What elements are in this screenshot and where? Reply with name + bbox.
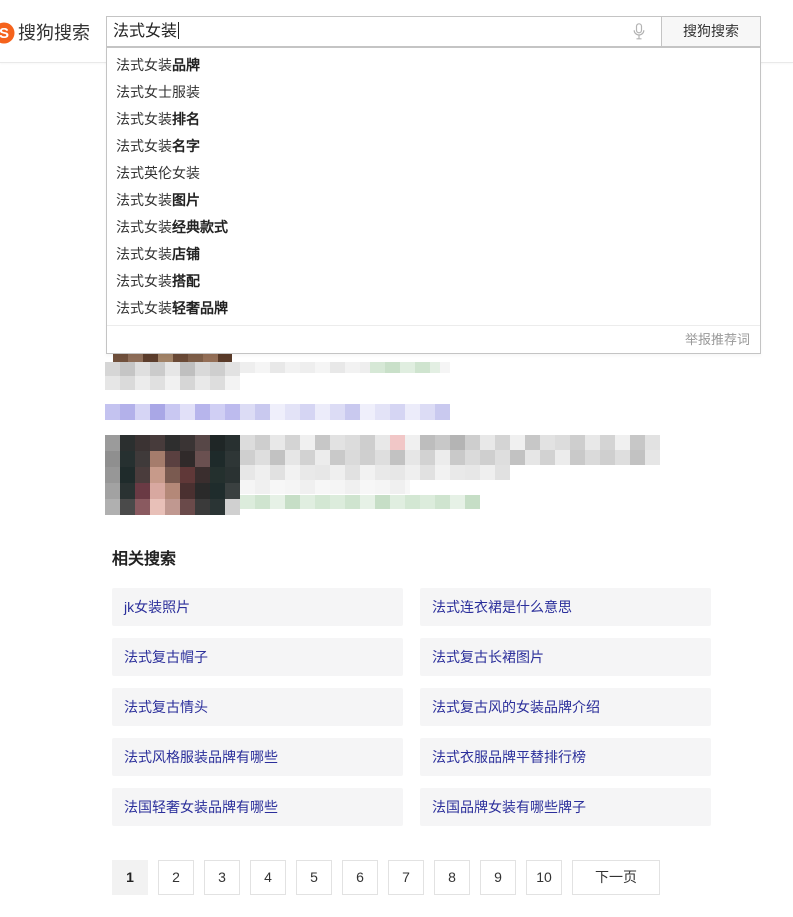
suggestion-text: 法式女装 xyxy=(116,57,172,73)
related-search-item[interactable]: jk女装照片 xyxy=(112,588,403,626)
suggestion-text: 法式女装 xyxy=(116,273,172,289)
suggestion-text: 法式女装 xyxy=(116,246,172,262)
related-search-item[interactable]: 法式复古长裙图片 xyxy=(420,638,711,676)
suggestion-list: 法式女装品牌 法式女士服装 法式女装排名 法式女装名字 法式英伦女装 法式女装图… xyxy=(107,52,760,322)
text-caret xyxy=(178,21,180,39)
suggestion-text: 法式女装 xyxy=(116,300,172,316)
suggestion-item[interactable]: 法式女士服装 xyxy=(107,79,760,106)
blurred-result-image-caption xyxy=(105,376,240,390)
related-search-item[interactable]: 法式连衣裙是什么意思 xyxy=(420,588,711,626)
blurred-result-image-top[interactable] xyxy=(113,354,232,362)
page-link-5[interactable]: 5 xyxy=(296,860,332,895)
suggestion-item[interactable]: 法式女装经典款式 xyxy=(107,214,760,241)
suggestion-bold-text: 名字 xyxy=(172,138,200,154)
search-query-text: 法式女装 xyxy=(113,23,178,40)
suggestion-text: 法式女装 xyxy=(116,111,172,127)
suggestion-item[interactable]: 法式英伦女装 xyxy=(107,160,760,187)
pagination: 1 2 3 4 5 6 7 8 9 10 下一页 xyxy=(112,860,660,895)
page-link-3[interactable]: 3 xyxy=(204,860,240,895)
suggestion-bold-text: 经典款式 xyxy=(172,219,228,235)
related-search-item[interactable]: 法式复古风的女装品牌介绍 xyxy=(420,688,711,726)
mic-capsule xyxy=(635,23,643,34)
related-searches-grid: jk女装照片 法式连衣裙是什么意思 法式复古帽子 法式复古长裙图片 法式复古情头… xyxy=(112,588,711,826)
suggestion-text: 法式女装 xyxy=(116,219,172,235)
suggestion-bold-text: 排名 xyxy=(172,111,200,127)
logo-wordmark[interactable]: 搜狗搜索 xyxy=(18,22,90,44)
suggestion-text: 法式女装 xyxy=(116,192,172,208)
suggestion-bold-text: 搭配 xyxy=(172,273,200,289)
microphone-graphic xyxy=(633,23,645,40)
microphone-icon[interactable] xyxy=(633,23,645,40)
suggestion-bold-text: 品牌 xyxy=(172,57,200,73)
suggestion-item[interactable]: 法式女装排名 xyxy=(107,106,760,133)
search-box[interactable]: 法式女装 xyxy=(106,16,661,47)
suggestion-item[interactable]: 法式女装图片 xyxy=(107,187,760,214)
related-searches-title: 相关搜索 xyxy=(112,551,177,568)
page-link-7[interactable]: 7 xyxy=(388,860,424,895)
related-search-item[interactable]: 法式风格服装品牌有哪些 xyxy=(112,738,403,776)
suggestion-item[interactable]: 法式女装品牌 xyxy=(107,52,760,79)
sogou-logo-icon[interactable]: S xyxy=(0,22,15,44)
suggestion-bold-text: 店铺 xyxy=(172,246,200,262)
search-input[interactable]: 法式女装 xyxy=(107,17,621,46)
related-search-item[interactable]: 法国品牌女装有哪些牌子 xyxy=(420,788,711,826)
blurred-result-thumbnail[interactable] xyxy=(105,435,240,515)
search-suggestion-dropdown: 法式女装品牌 法式女士服装 法式女装排名 法式女装名字 法式英伦女装 法式女装图… xyxy=(106,47,761,354)
suggestion-item[interactable]: 法式女装名字 xyxy=(107,133,760,160)
suggestion-footer: 举报推荐词 xyxy=(107,325,760,353)
next-page-button[interactable]: 下一页 xyxy=(572,860,660,895)
suggestion-bold-text: 轻奢品牌 xyxy=(172,300,228,316)
page-link-10[interactable]: 10 xyxy=(526,860,562,895)
related-search-item[interactable]: 法式复古帽子 xyxy=(112,638,403,676)
related-search-item[interactable]: 法式复古情头 xyxy=(112,688,403,726)
page-link-6[interactable]: 6 xyxy=(342,860,378,895)
blurred-result-snippet-line xyxy=(240,450,660,465)
page-link-4[interactable]: 4 xyxy=(250,860,286,895)
blurred-result-title-link[interactable] xyxy=(105,404,450,420)
mic-stand xyxy=(636,35,642,40)
page-link-9[interactable]: 9 xyxy=(480,860,516,895)
blurred-result-snippet-line xyxy=(240,465,510,480)
suggestion-text: 法式英伦女装 xyxy=(116,165,200,181)
blurred-result-snippet-line xyxy=(240,435,660,450)
blurred-result-url-line xyxy=(240,495,480,509)
suggestion-item[interactable]: 法式女装轻奢品牌 xyxy=(107,295,760,322)
page-link-1[interactable]: 1 xyxy=(112,860,148,895)
search-button[interactable]: 搜狗搜索 xyxy=(661,16,761,47)
blurred-result-image[interactable] xyxy=(105,362,240,376)
suggestion-item[interactable]: 法式女装店铺 xyxy=(107,241,760,268)
suggestion-item[interactable]: 法式女装搭配 xyxy=(107,268,760,295)
related-search-item[interactable]: 法式衣服品牌平替排行榜 xyxy=(420,738,711,776)
suggestion-text: 法式女装 xyxy=(116,138,172,154)
report-suggestions-link[interactable]: 举报推荐词 xyxy=(685,332,750,347)
page-link-8[interactable]: 8 xyxy=(434,860,470,895)
logo-mark-letter: S xyxy=(0,25,9,42)
blurred-result-snippet-line xyxy=(240,480,410,494)
page-link-2[interactable]: 2 xyxy=(158,860,194,895)
related-search-item[interactable]: 法国轻奢女装品牌有哪些 xyxy=(112,788,403,826)
suggestion-text: 法式女士服装 xyxy=(116,84,200,100)
sogou-logo-graphic: S xyxy=(0,22,15,44)
suggestion-bold-text: 图片 xyxy=(172,192,200,208)
blurred-result-meta-line xyxy=(240,362,450,373)
